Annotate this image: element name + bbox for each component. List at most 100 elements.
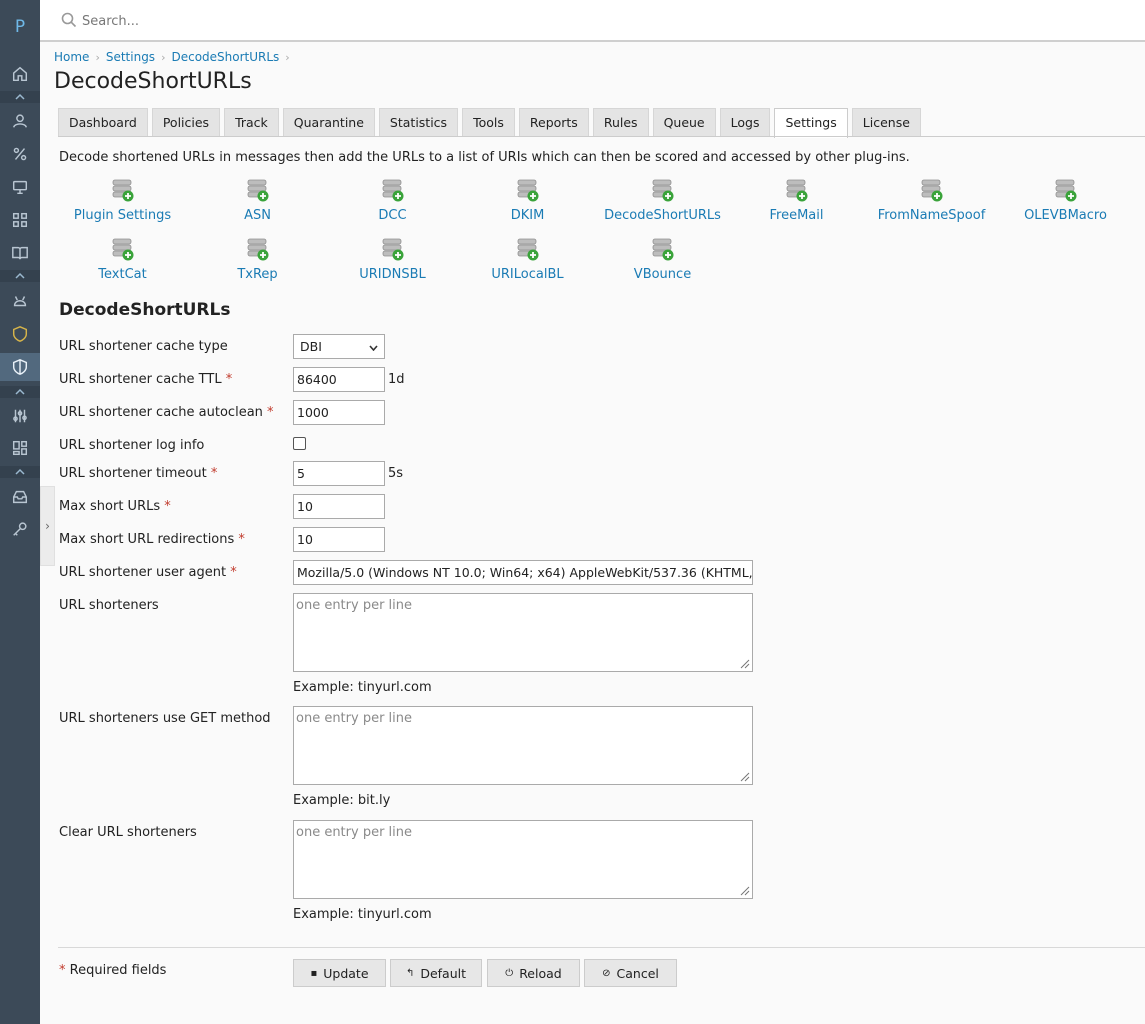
database-add-icon	[1054, 178, 1078, 204]
max-redirections-input[interactable]: 10	[293, 527, 385, 552]
apps-grid-icon[interactable]	[8, 208, 32, 232]
cache-type-label: URL shortener cache type	[59, 339, 228, 354]
tab-bar: Dashboard Policies Track Quarantine Stat…	[58, 108, 921, 138]
database-add-icon	[651, 178, 675, 204]
update-button[interactable]: ▪ Update	[293, 959, 386, 987]
user-agent-input[interactable]: Mozilla/5.0 (Windows NT 10.0; Win64; x64…	[293, 560, 753, 585]
section-title: DecodeShortURLs	[59, 300, 231, 320]
cache-ttl-label: URL shortener cache TTL *	[59, 372, 233, 387]
tab-rules[interactable]: Rules	[592, 108, 649, 137]
power-icon: ⏻	[505, 967, 514, 979]
tab-logs[interactable]: Logs	[719, 108, 771, 137]
database-add-icon	[246, 237, 270, 263]
breadcrumb-home[interactable]: Home	[54, 50, 89, 64]
form-divider	[58, 947, 1145, 948]
plugin-link-textcat[interactable]: TextCat	[55, 237, 190, 282]
tab-reports[interactable]: Reports	[518, 108, 589, 137]
collapse-group-icon[interactable]	[0, 270, 40, 282]
spam-icon[interactable]	[8, 289, 32, 313]
required-fields-note: * Required fields	[59, 963, 167, 978]
database-add-icon	[381, 237, 405, 263]
plugin-link-dkim[interactable]: DKIM	[460, 178, 595, 223]
virus-shield-icon[interactable]	[8, 322, 32, 346]
tab-quarantine[interactable]: Quarantine	[282, 108, 375, 137]
breadcrumb-settings[interactable]: Settings	[106, 50, 155, 64]
log-info-checkbox[interactable]	[293, 437, 306, 450]
plugin-link-fromnamespoof[interactable]: FromNameSpoof	[864, 178, 999, 223]
tab-divider	[58, 136, 1145, 137]
log-info-label: URL shortener log info	[59, 438, 205, 453]
plugin-link-urilocalbl[interactable]: URILocalBL	[460, 237, 595, 282]
plugin-link-txrep[interactable]: TxRep	[190, 237, 325, 282]
database-add-icon	[516, 178, 540, 204]
page-title: DecodeShortURLs	[54, 69, 252, 94]
reload-button[interactable]: ⏻ Reload	[487, 959, 580, 987]
plugin-link-vbounce[interactable]: VBounce	[595, 237, 730, 282]
shield-icon[interactable]	[8, 355, 32, 379]
default-button[interactable]: ↰ Default	[390, 959, 482, 987]
cache-autoclean-input[interactable]: 1000	[293, 400, 385, 425]
shorteners-get-textarea[interactable]: one entry per line	[293, 706, 753, 785]
shorteners-label: URL shorteners	[59, 598, 159, 613]
plugin-link-decodeshorturls[interactable]: DecodeShortURLs	[595, 178, 730, 223]
database-add-icon	[111, 178, 135, 204]
tab-queue[interactable]: Queue	[652, 108, 716, 137]
cache-autoclean-label: URL shortener cache autoclean *	[59, 405, 274, 420]
database-add-icon	[651, 237, 675, 263]
collapse-group-icon[interactable]	[0, 386, 40, 398]
dashboard-icon[interactable]	[8, 436, 32, 460]
tab-tools[interactable]: Tools	[462, 108, 515, 137]
plugin-link-freemail[interactable]: FreeMail	[729, 178, 864, 223]
app-logo[interactable]: P	[0, 10, 40, 44]
cache-ttl-suffix: 1d	[388, 372, 405, 387]
resize-grip-icon[interactable]	[739, 658, 750, 669]
plugin-link-uridnsbl[interactable]: URIDNSBL	[325, 237, 460, 282]
timeout-suffix: 5s	[388, 466, 404, 481]
database-add-icon	[785, 178, 809, 204]
inbox-icon[interactable]	[8, 485, 32, 509]
percent-icon[interactable]	[8, 142, 32, 166]
plugin-link-plugin-settings[interactable]: Plugin Settings	[55, 178, 190, 223]
search-input[interactable]	[82, 9, 582, 33]
sidebar-toggle[interactable]: ›	[40, 486, 55, 566]
shorteners-textarea[interactable]: one entry per line	[293, 593, 753, 672]
tab-settings[interactable]: Settings	[774, 108, 848, 138]
plugin-link-asn[interactable]: ASN	[190, 178, 325, 223]
database-add-icon	[516, 237, 540, 263]
max-short-urls-input[interactable]: 10	[293, 494, 385, 519]
shorteners-example: Example: tinyurl.com	[293, 680, 432, 695]
sliders-icon[interactable]	[8, 404, 32, 428]
tab-statistics[interactable]: Statistics	[378, 108, 459, 137]
tab-dashboard[interactable]: Dashboard	[58, 108, 148, 137]
tab-track[interactable]: Track	[224, 108, 279, 137]
cancel-button[interactable]: ⊘ Cancel	[584, 959, 677, 987]
database-add-icon	[111, 237, 135, 263]
collapse-group-icon[interactable]	[0, 91, 40, 103]
shorteners-get-label: URL shorteners use GET method	[59, 711, 271, 726]
plugin-link-dcc[interactable]: DCC	[325, 178, 460, 223]
tab-license[interactable]: License	[851, 108, 921, 137]
collapse-group-icon[interactable]	[0, 466, 40, 478]
resize-grip-icon[interactable]	[739, 771, 750, 782]
breadcrumb-decodeshorturls[interactable]: DecodeShortURLs	[171, 50, 279, 64]
tab-policies[interactable]: Policies	[151, 108, 221, 137]
cache-type-select[interactable]: DBI	[293, 334, 385, 359]
chevron-right-icon: ›	[45, 519, 50, 533]
clear-shorteners-label: Clear URL shorteners	[59, 825, 197, 840]
chevron-down-icon	[369, 335, 378, 358]
resize-grip-icon[interactable]	[739, 885, 750, 896]
clear-shorteners-textarea[interactable]: one entry per line	[293, 820, 753, 899]
book-icon[interactable]	[8, 241, 32, 265]
home-icon[interactable]	[8, 62, 32, 86]
plugin-description: Decode shortened URLs in messages then a…	[59, 150, 910, 165]
top-search-bar	[40, 0, 1145, 42]
database-add-icon	[920, 178, 944, 204]
plugin-link-olevbmacro[interactable]: OLEVBMacro	[998, 178, 1133, 223]
key-icon[interactable]	[8, 517, 32, 541]
cancel-icon: ⊘	[602, 967, 611, 979]
monitor-icon[interactable]	[8, 175, 32, 199]
cache-ttl-input[interactable]: 86400	[293, 367, 385, 392]
user-icon[interactable]	[8, 109, 32, 133]
timeout-input[interactable]: 5	[293, 461, 385, 486]
save-icon: ▪	[310, 967, 318, 979]
